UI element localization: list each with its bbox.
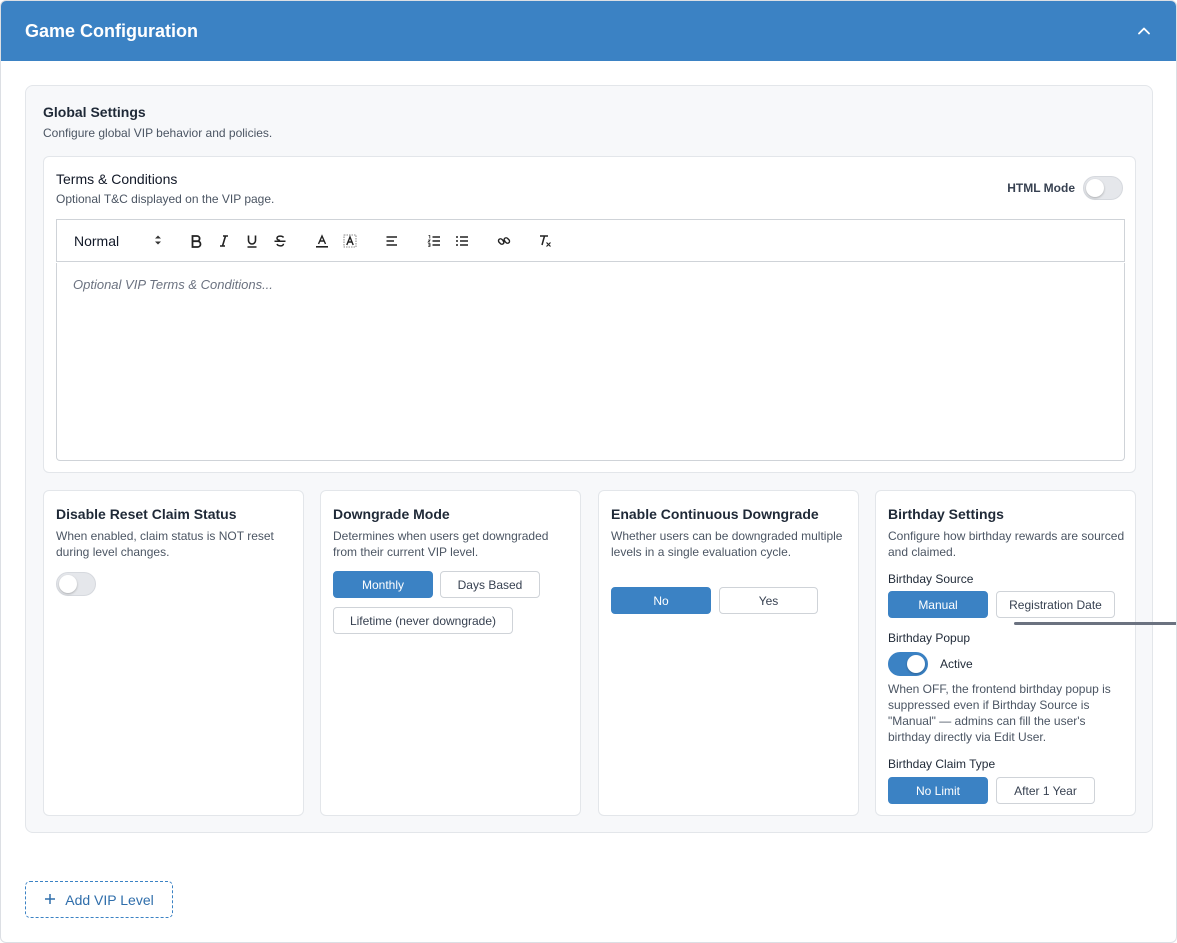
downgrade-monthly-button[interactable]: Monthly <box>333 571 433 598</box>
downgrade-mode-title: Downgrade Mode <box>333 506 450 522</box>
birthday-source-label: Birthday Source <box>888 572 974 586</box>
font-color-icon[interactable] <box>310 229 334 253</box>
continuous-downgrade-description: Whether users can be downgraded multiple… <box>611 529 843 559</box>
html-mode-toggle[interactable] <box>1083 176 1123 200</box>
html-mode-control: HTML Mode <box>1007 176 1123 200</box>
continuous-downgrade-title: Enable Continuous Downgrade <box>611 506 819 522</box>
disable-reset-toggle[interactable] <box>56 572 96 596</box>
birthday-popup-toggle[interactable] <box>888 652 928 676</box>
format-select[interactable]: Normal <box>74 233 162 249</box>
birthday-source-registration-date-button[interactable]: Registration Date <box>996 591 1115 618</box>
panel-header[interactable]: Game Configuration <box>1 1 1176 61</box>
downgrade-mode-description: Determines when users get downgraded fro… <box>333 529 549 559</box>
link-icon[interactable] <box>492 229 516 253</box>
birthday-popup-state: Active <box>940 657 973 671</box>
strike-icon[interactable] <box>268 229 292 253</box>
continuous-downgrade-yes-button[interactable]: Yes <box>719 587 818 614</box>
editor-toolbar: Normal <box>56 219 1125 262</box>
birthday-claim-no-limit-button[interactable]: No Limit <box>888 777 988 804</box>
format-select-value: Normal <box>74 232 120 249</box>
birthday-claim-after-1-year-button[interactable]: After 1 Year <box>996 777 1095 804</box>
global-settings-title: Global Settings <box>43 104 146 120</box>
chevron-up-icon[interactable] <box>1136 23 1152 39</box>
downgrade-days-based-button[interactable]: Days Based <box>440 571 540 598</box>
global-settings-subtitle: Configure global VIP behavior and polici… <box>43 126 273 140</box>
bold-icon[interactable] <box>184 229 208 253</box>
terms-conditions-card: Terms & Conditions Optional T&C displaye… <box>43 156 1136 473</box>
add-vip-level-label: Add VIP Level <box>65 891 154 908</box>
continuous-downgrade-no-button[interactable]: No <box>611 587 711 614</box>
clear-format-icon[interactable] <box>534 229 558 253</box>
highlight-icon[interactable] <box>338 229 362 253</box>
continuous-downgrade-card: Enable Continuous Downgrade Whether user… <box>598 490 859 816</box>
disable-reset-description: When enabled, claim status is NOT reset … <box>56 529 274 559</box>
disable-reset-title: Disable Reset Claim Status <box>56 506 237 522</box>
birthday-claim-type-label: Birthday Claim Type <box>888 757 996 771</box>
birthday-settings-card: Birthday Settings Configure how birthday… <box>875 490 1136 816</box>
global-settings-section: Global Settings Configure global VIP beh… <box>25 85 1153 833</box>
terms-title: Terms & Conditions <box>56 171 178 187</box>
align-left-icon[interactable] <box>380 229 404 253</box>
birthday-popup-note: When OFF, the frontend birthday popup is… <box>888 682 1111 744</box>
plus-icon <box>44 892 56 908</box>
game-configuration-panel: Game Configuration Global Settings Confi… <box>0 0 1177 943</box>
downgrade-lifetime-button[interactable]: Lifetime (never downgrade) <box>333 607 513 634</box>
italic-icon[interactable] <box>212 229 236 253</box>
birthday-popup-label: Birthday Popup <box>888 631 971 645</box>
bullet-list-icon[interactable] <box>450 229 474 253</box>
add-vip-level-button[interactable]: Add VIP Level <box>25 881 173 918</box>
ordered-list-icon[interactable] <box>422 229 446 253</box>
panel-title: Game Configuration <box>25 20 199 41</box>
birthday-settings-description: Configure how birthday rewards are sourc… <box>888 529 1125 559</box>
disable-reset-card: Disable Reset Claim Status When enabled,… <box>43 490 304 816</box>
terms-editor[interactable]: Optional VIP Terms & Conditions... <box>56 263 1125 461</box>
underline-icon[interactable] <box>240 229 264 253</box>
select-arrows-icon <box>154 233 162 249</box>
editor-placeholder: Optional VIP Terms & Conditions... <box>73 277 273 292</box>
scroll-indicator[interactable] <box>1014 622 1176 625</box>
html-mode-label: HTML Mode <box>1007 181 1075 195</box>
terms-subtitle: Optional T&C displayed on the VIP page. <box>56 192 275 206</box>
downgrade-mode-card: Downgrade Mode Determines when users get… <box>320 490 581 816</box>
birthday-source-manual-button[interactable]: Manual <box>888 591 988 618</box>
birthday-settings-title: Birthday Settings <box>888 506 1004 522</box>
